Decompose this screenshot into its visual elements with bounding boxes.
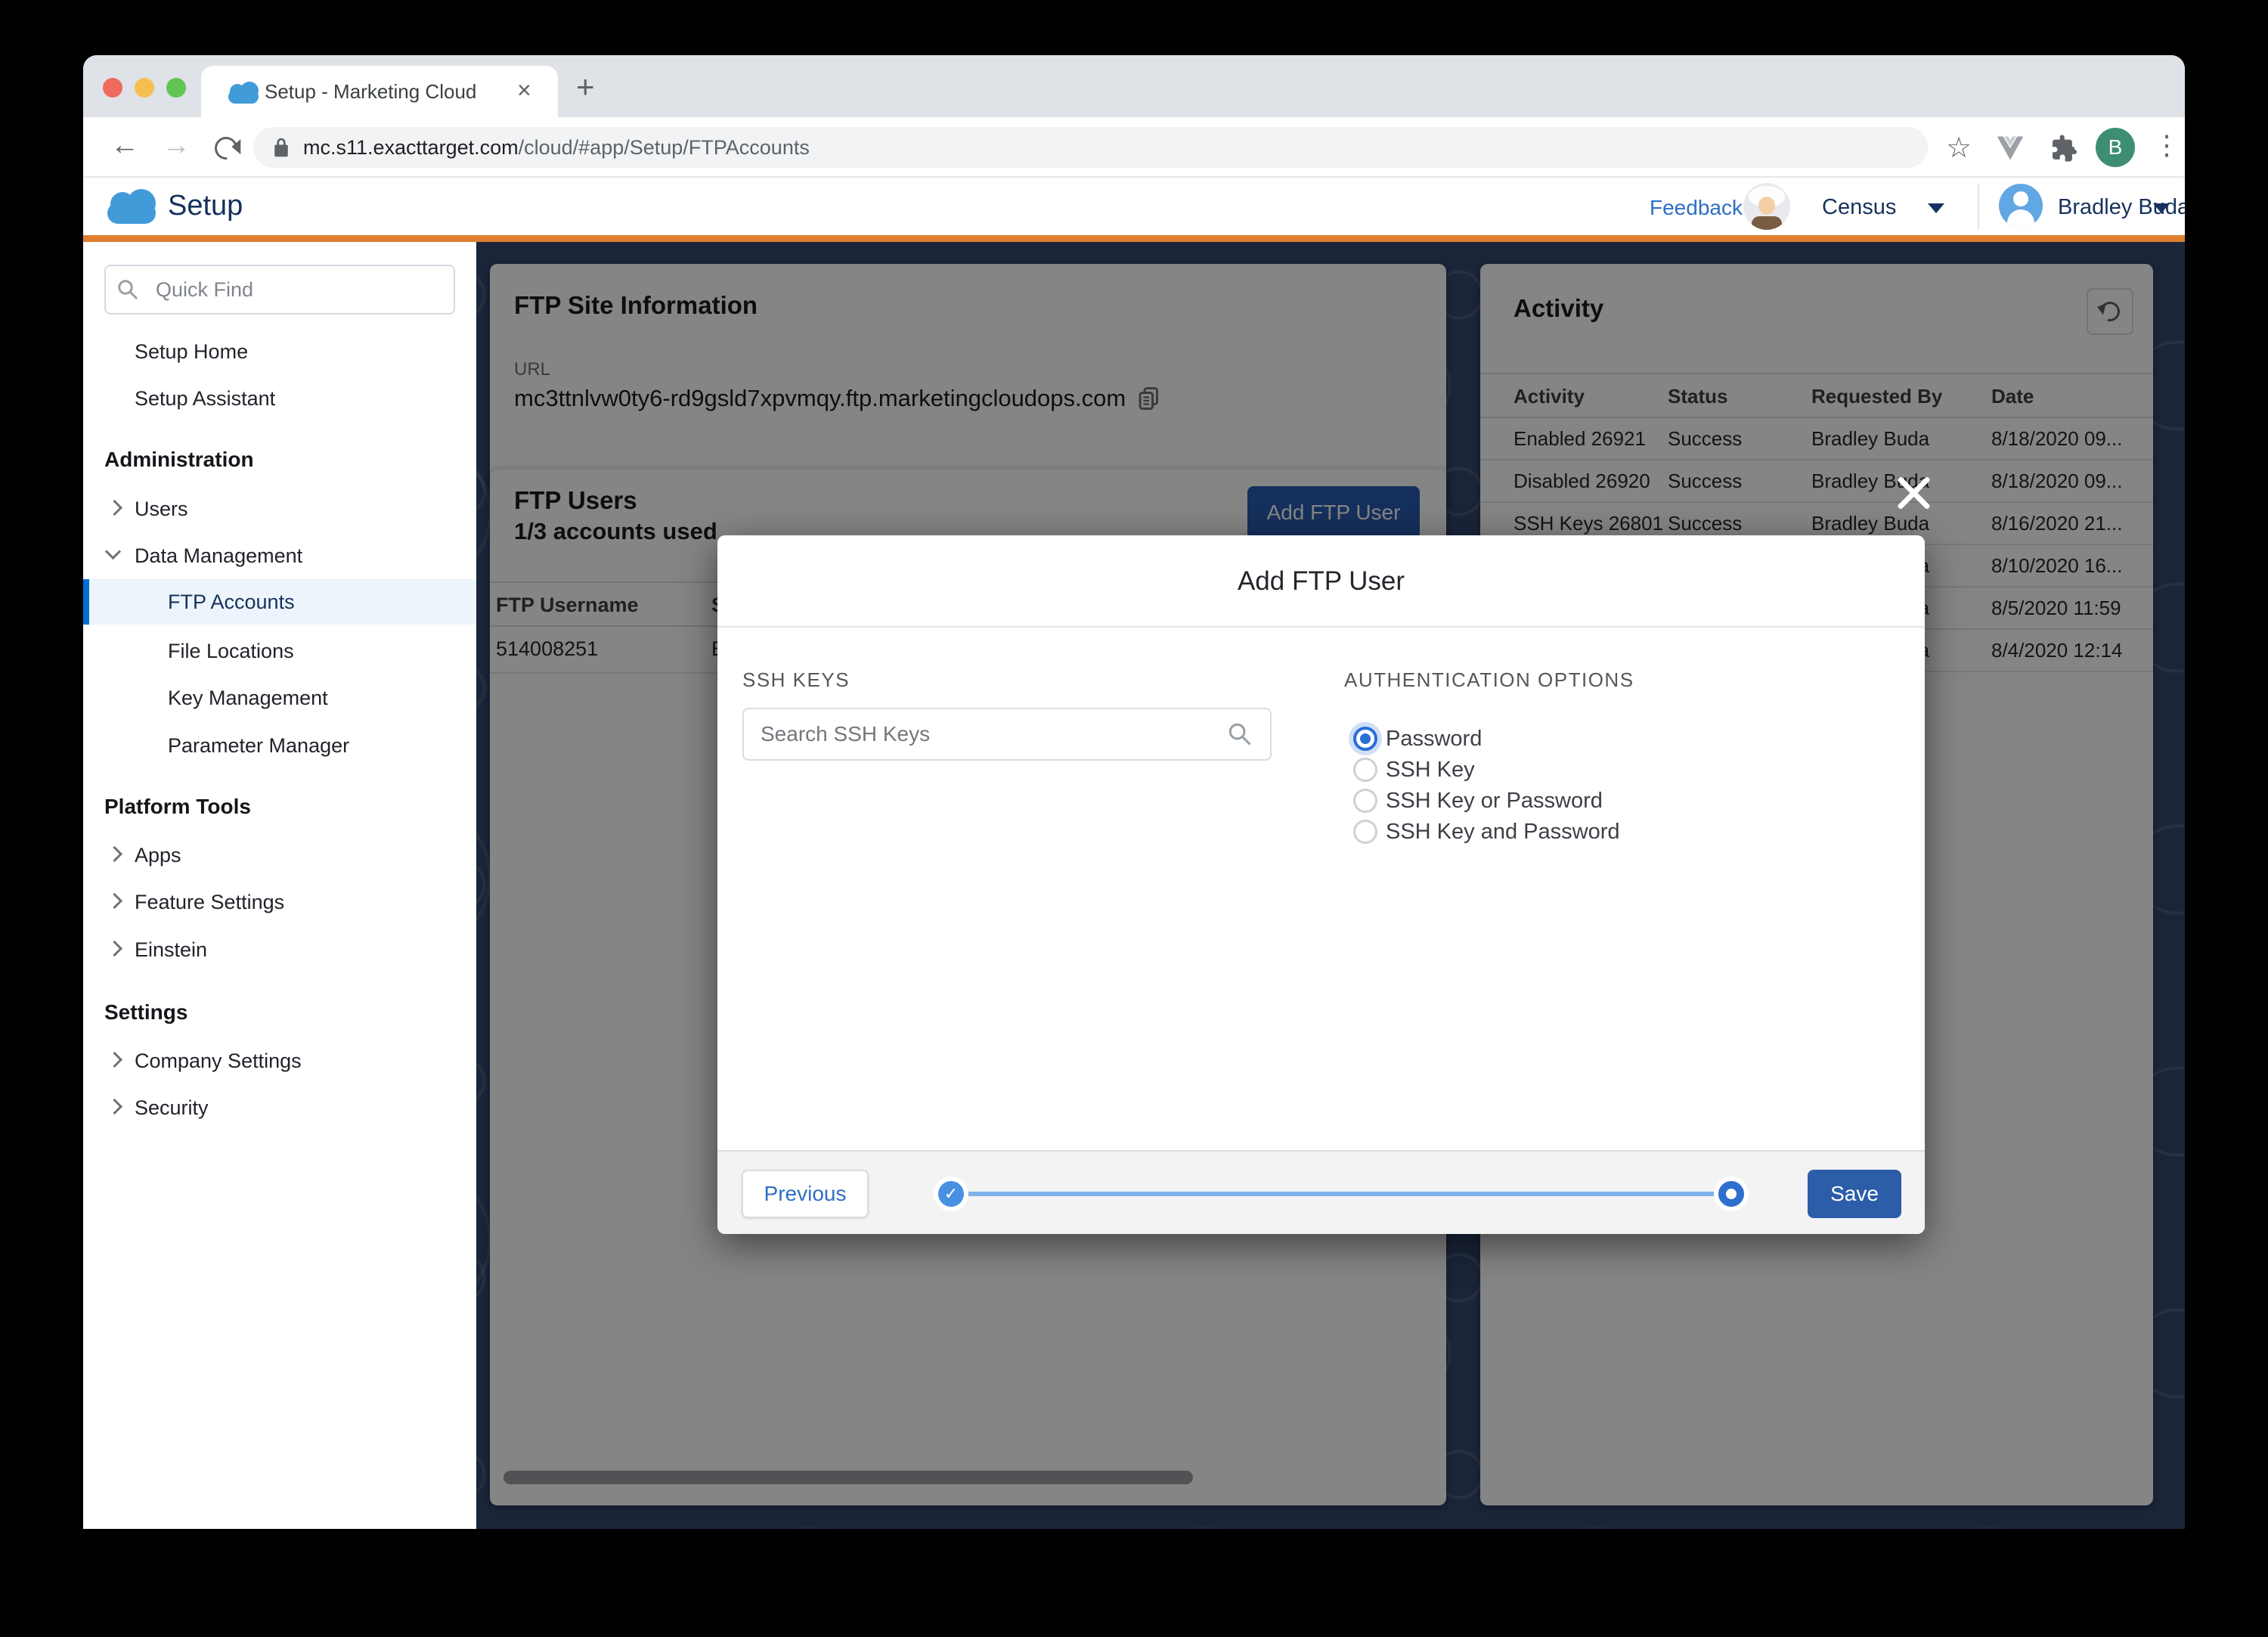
progress-line <box>951 1192 1731 1196</box>
new-tab-button[interactable]: + <box>576 69 595 105</box>
org-caret-icon[interactable] <box>1928 203 1944 213</box>
quick-find-input[interactable] <box>104 265 455 315</box>
address-bar[interactable]: mc.s11.exacttarget.com/cloud/#app/Setup/… <box>253 127 1928 168</box>
progress-step-complete: ✓ <box>934 1177 968 1211</box>
app-header: Setup Feedback Census Bradley Buda <box>83 178 2185 235</box>
user-avatar[interactable] <box>1999 184 2043 228</box>
sidebar-section-settings: Settings <box>104 1000 187 1025</box>
radio-password[interactable] <box>1353 727 1377 751</box>
salesforce-cloud-logo-icon <box>106 189 159 224</box>
sidebar-item-company-settings[interactable]: Company Settings <box>135 1049 302 1073</box>
chevron-right-icon[interactable] <box>107 500 122 516</box>
radio-label[interactable]: SSH Key or Password <box>1386 789 1603 814</box>
sidebar-item-setup-assistant[interactable]: Setup Assistant <box>135 387 275 411</box>
back-icon[interactable]: ← <box>110 129 139 162</box>
radio-ssh-key-or-password[interactable] <box>1353 789 1377 813</box>
chevron-down-icon[interactable] <box>105 544 121 560</box>
save-button[interactable]: Save <box>1808 1170 1901 1218</box>
vue-extension-icon[interactable] <box>1994 134 2026 166</box>
browser-profile-avatar[interactable]: B <box>2096 128 2135 167</box>
ssh-keys-section-label: SSH KEYS <box>742 668 850 692</box>
search-icon <box>116 278 139 305</box>
radio-ssh-key-and-password[interactable] <box>1353 820 1377 844</box>
accent-bar <box>83 235 2185 242</box>
window-close-button[interactable] <box>103 78 122 98</box>
bookmark-star-icon[interactable]: ☆ <box>1946 131 1972 165</box>
check-icon: ✓ <box>938 1181 964 1207</box>
sidebar-section-platform-tools: Platform Tools <box>104 795 251 819</box>
url-text: mc.s11.exacttarget.com/cloud/#app/Setup/… <box>303 136 810 160</box>
browser-tab[interactable]: Setup - Marketing Cloud × <box>201 66 558 117</box>
radio-label[interactable]: Password <box>1386 727 1482 752</box>
modal-footer: Previous ✓ Save <box>717 1150 1925 1234</box>
window-minimize-button[interactable] <box>135 78 154 98</box>
sidebar-item-data-management[interactable]: Data Management <box>135 544 302 568</box>
einstein-avatar[interactable] <box>1743 183 1790 230</box>
cloud-favicon-icon <box>227 81 260 104</box>
screen: Setup - Marketing Cloud × + ← → mc.s11.e… <box>0 0 2268 1637</box>
feedback-link[interactable]: Feedback <box>1650 196 1743 220</box>
browser-toolbar: ← → mc.s11.exacttarget.com/cloud/#app/Se… <box>83 117 2185 178</box>
sidebar-item-file-locations[interactable]: File Locations <box>168 640 294 663</box>
url-path: /cloud/#app/Setup/FTPAccounts <box>519 136 810 159</box>
sidebar-item-feature-settings[interactable]: Feature Settings <box>135 891 284 914</box>
ssh-keys-search-input[interactable] <box>742 708 1272 761</box>
extensions-puzzle-icon[interactable] <box>2047 132 2079 168</box>
reload-icon[interactable] <box>210 132 242 164</box>
sidebar-section-administration: Administration <box>104 448 254 472</box>
modal-close-icon[interactable] <box>1896 476 1931 510</box>
chevron-right-icon[interactable] <box>107 846 122 862</box>
sidebar-item-ftp-accounts-label[interactable]: FTP Accounts <box>168 591 295 614</box>
radio-label[interactable]: SSH Key and Password <box>1386 820 1619 845</box>
page-title: Setup <box>168 190 243 222</box>
profile-initial: B <box>2108 135 2123 160</box>
header-divider <box>1978 184 1979 229</box>
tab-close-icon[interactable]: × <box>517 76 531 104</box>
sidebar-item-setup-home[interactable]: Setup Home <box>135 340 248 364</box>
sidebar-item-apps[interactable]: Apps <box>135 844 181 867</box>
sidebar-item-key-management[interactable]: Key Management <box>168 687 328 710</box>
radio-ssh-key[interactable] <box>1353 758 1377 782</box>
window-maximize-button[interactable] <box>166 78 186 98</box>
radio-label[interactable]: SSH Key <box>1386 758 1475 783</box>
sidebar-item-security[interactable]: Security <box>135 1096 209 1120</box>
tab-title: Setup - Marketing Cloud <box>265 80 476 104</box>
previous-button[interactable]: Previous <box>742 1170 869 1218</box>
sidebar: Setup Home Setup Assistant Administratio… <box>83 242 476 1529</box>
authentication-options-label: AUTHENTICATION OPTIONS <box>1344 668 1634 692</box>
progress-step-current <box>1714 1177 1749 1211</box>
browser-menu-icon[interactable]: ⋮ <box>2153 129 2180 161</box>
chevron-right-icon[interactable] <box>107 893 122 909</box>
user-caret-icon[interactable] <box>2153 203 2170 213</box>
sidebar-item-einstein[interactable]: Einstein <box>135 938 207 962</box>
org-selector[interactable]: Census <box>1822 195 1896 220</box>
chevron-right-icon[interactable] <box>107 941 122 956</box>
search-icon <box>1227 721 1253 751</box>
browser-tab-strip: Setup - Marketing Cloud × + <box>83 55 2185 117</box>
lock-icon <box>273 137 290 158</box>
sidebar-item-parameter-manager[interactable]: Parameter Manager <box>168 734 349 758</box>
add-ftp-user-modal: Add FTP User SSH KEYS AUTHENTICATION OPT… <box>717 535 1925 1234</box>
modal-header: Add FTP User <box>717 535 1925 628</box>
browser-window: Setup - Marketing Cloud × + ← → mc.s11.e… <box>83 55 2185 1529</box>
chevron-right-icon[interactable] <box>107 1052 122 1068</box>
chevron-right-icon[interactable] <box>107 1099 122 1115</box>
sidebar-item-users[interactable]: Users <box>135 498 188 521</box>
modal-title: Add FTP User <box>717 535 1925 628</box>
url-host: mc.s11.exacttarget.com <box>303 136 519 159</box>
forward-icon[interactable]: → <box>162 129 191 162</box>
